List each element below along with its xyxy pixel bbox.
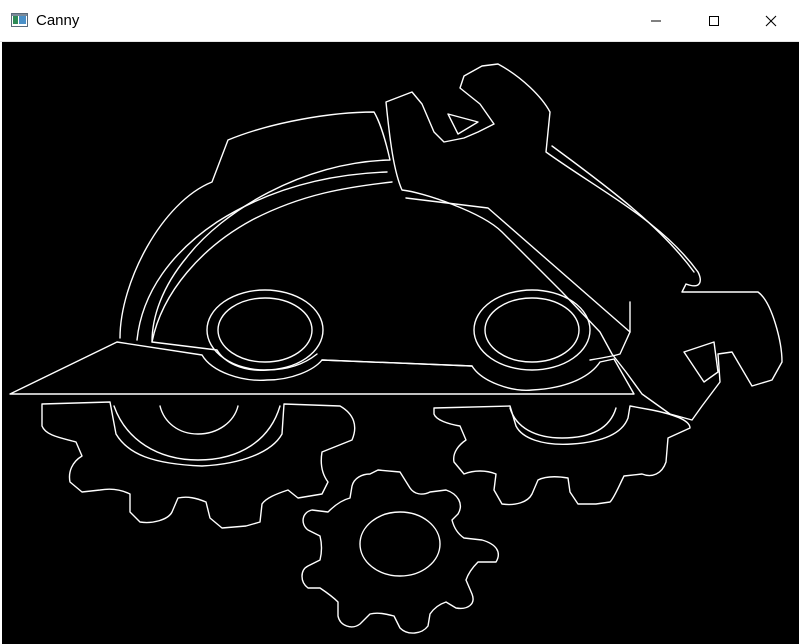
- close-icon: [765, 15, 777, 26]
- wrench-inner-edge-2: [405, 197, 631, 333]
- wrench-outline: [385, 63, 783, 421]
- title-bar[interactable]: Canny: [0, 0, 799, 42]
- left-gear: [41, 401, 356, 529]
- housing-line: [321, 359, 473, 367]
- blade-inner-arc-2: [151, 181, 393, 343]
- maximize-icon: [709, 15, 719, 26]
- minimize-button[interactable]: [627, 0, 685, 41]
- wrench-jaw-bottom: [683, 341, 719, 383]
- left-gear-inner: [159, 405, 239, 435]
- left-gear-inner-2: [113, 405, 281, 461]
- blade-inner-arc: [136, 171, 388, 341]
- small-gear-hole: [359, 511, 441, 577]
- blade-base-plate: [9, 341, 635, 395]
- image-canvas[interactable]: [2, 42, 799, 644]
- minimize-icon: [651, 20, 661, 21]
- wrench-jaw-top: [447, 113, 479, 135]
- small-gear: [301, 469, 500, 634]
- wrench-inner-edge: [551, 145, 695, 273]
- app-window-icon: [11, 13, 28, 27]
- left-wheel-outer: [206, 289, 324, 371]
- window-title: Canny: [36, 12, 80, 29]
- right-wheel-inner: [484, 297, 580, 363]
- maximize-button[interactable]: [685, 0, 743, 41]
- blade-outer-edge: [119, 111, 391, 371]
- canny-window: Canny: [0, 0, 799, 644]
- right-gear-inner: [509, 407, 617, 439]
- canny-edge-image: [9, 63, 783, 634]
- left-wheel-inner: [217, 297, 313, 363]
- right-gear: [433, 405, 691, 506]
- right-wheel-outer: [473, 289, 591, 371]
- close-button[interactable]: [742, 0, 799, 41]
